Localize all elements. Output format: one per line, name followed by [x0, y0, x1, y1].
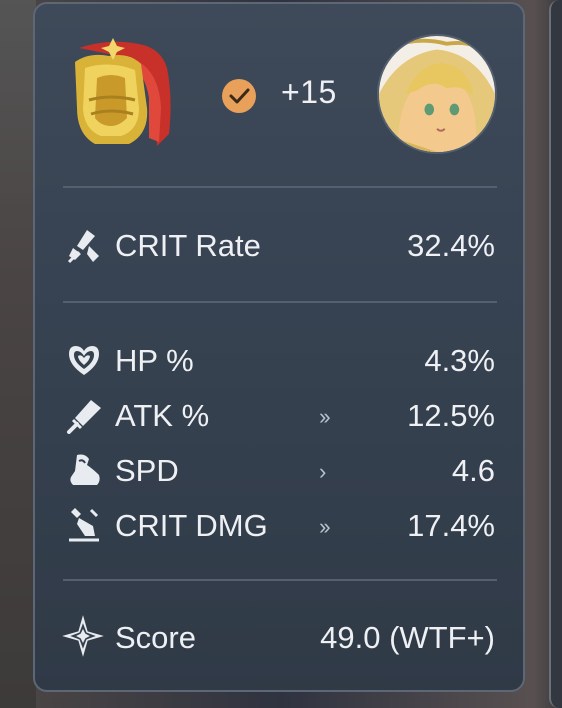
relic-chestplate-icon	[75, 38, 171, 146]
sub-stat-name: ATK %	[115, 398, 210, 433]
sub-stat-rolls: ›	[319, 459, 327, 484]
sub-stat-name: HP %	[115, 343, 194, 378]
main-stat-row: CRIT Rate 32.4%	[35, 222, 523, 270]
sword-icon	[67, 400, 101, 434]
sub-stat-value: 12.5%	[407, 398, 495, 433]
sub-stat-name: CRIT DMG	[115, 508, 268, 543]
background-left-edge	[0, 0, 36, 708]
sub-stat-rolls: ››	[319, 514, 331, 539]
score-label: Score	[115, 620, 196, 655]
character-avatar[interactable]	[377, 34, 497, 154]
heart-icon	[69, 346, 99, 375]
main-stat-value: 32.4%	[407, 228, 495, 263]
sub-stat-row: CRIT DMG ›› 17.4%	[35, 502, 523, 550]
sub-stat-name: SPD	[115, 453, 179, 488]
relic-header: +15	[35, 4, 523, 184]
crit-dmg-icon	[69, 508, 99, 542]
crit-rate-icon	[67, 230, 99, 264]
adjacent-card-edge[interactable]	[549, 0, 562, 708]
sub-stat-value: 4.3%	[424, 343, 495, 378]
score-star-icon	[62, 615, 104, 657]
score-row: Score 49.0 (WTF+)	[35, 614, 523, 662]
sub-stat-row: SPD › 4.6	[35, 447, 523, 495]
sub-stat-row: HP % 4.3%	[35, 337, 523, 385]
boot-icon	[70, 454, 100, 485]
divider-header	[63, 186, 497, 188]
relic-level: +15	[281, 74, 337, 110]
divider-main-stat	[63, 301, 497, 303]
sub-stat-value: 17.4%	[407, 508, 495, 543]
relic-card[interactable]: +15 CRIT Rate 32.4% HP % 4.3% ATK % ›› 1…	[33, 2, 525, 692]
check-circle-icon	[222, 79, 256, 113]
main-stat-name: CRIT Rate	[115, 228, 261, 263]
sub-stat-value: 4.6	[451, 453, 495, 488]
sub-stat-rolls: ››	[319, 404, 331, 429]
sub-stat-row: ATK % ›› 12.5%	[35, 392, 523, 440]
score-value: 49.0 (WTF+)	[320, 620, 495, 655]
divider-sub-stats	[63, 579, 497, 581]
